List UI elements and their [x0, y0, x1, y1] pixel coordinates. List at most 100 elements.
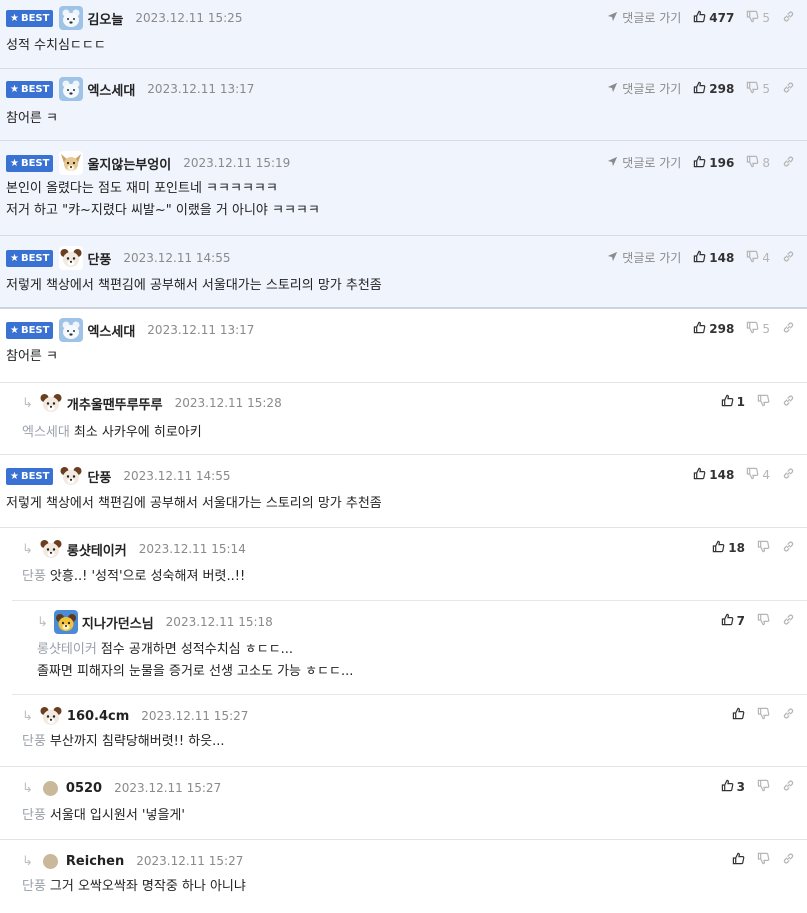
upvote-button[interactable]: 298	[693, 81, 734, 97]
downvote-count: 5	[762, 322, 770, 336]
comment-actions: 148 4	[693, 467, 795, 483]
goto-reply-label: 댓글로 가기	[622, 82, 682, 96]
permalink-button[interactable]	[782, 155, 795, 171]
avatar	[38, 391, 63, 415]
downvote-count: 5	[762, 10, 770, 25]
author-name[interactable]: 단풍	[87, 249, 111, 268]
permalink-button[interactable]	[782, 540, 795, 556]
comment-body: 본인이 올렸다는 점도 재미 포인트네 ㅋㅋㅋㅋㅋㅋ 저거 하고 "캬~지렸다 씨…	[6, 178, 727, 222]
comment-date: 2023.12.11 15:18	[165, 615, 273, 629]
upvote-button[interactable]: 1	[721, 394, 745, 410]
avatar	[59, 151, 84, 175]
link-icon	[782, 250, 795, 266]
comment-date: 2023.12.11 15:19	[183, 156, 291, 170]
thumbs-up-icon	[693, 321, 706, 337]
thumbs-up-icon	[732, 852, 745, 868]
downvote-count: 5	[762, 81, 770, 96]
goto-reply-link[interactable]: 댓글로 가기	[606, 80, 681, 97]
reply-target-name[interactable]: 단풍	[22, 569, 46, 584]
permalink-button[interactable]	[782, 394, 795, 410]
comment-body: 단풍 서울대 입시원서 '넣을게'	[22, 805, 727, 827]
comment-actions: 3	[721, 779, 795, 795]
upvote-button[interactable]: 3	[721, 779, 745, 795]
downvote-button[interactable]	[757, 540, 770, 556]
comment-text-line: 엑스세대 최소 사카우에 히로아키	[22, 422, 727, 444]
permalink-button[interactable]	[782, 707, 795, 723]
downvote-button[interactable]: 8	[746, 155, 770, 171]
comment-text: 저렇게 책상에서 책편김에 공부해서 서울대가는 스토리의 망가 추천좀	[6, 496, 382, 511]
comment-date: 2023.12.11 13:17	[147, 82, 255, 96]
permalink-button[interactable]	[782, 10, 795, 26]
star-icon: ★	[10, 12, 19, 24]
upvote-button[interactable]: 196	[693, 155, 734, 171]
upvote-button[interactable]: 148	[693, 467, 734, 483]
upvote-button[interactable]: 298	[693, 321, 734, 337]
downvote-button[interactable]	[757, 613, 770, 629]
author-name[interactable]: 지나가던스님	[82, 613, 154, 632]
permalink-button[interactable]	[782, 852, 795, 868]
avatar	[59, 318, 84, 342]
author-name[interactable]: 개추울땐뚜루뚜루	[67, 394, 163, 413]
downvote-button[interactable]	[757, 852, 770, 868]
comment: ★ BEST 단풍 2023.12.11 14:55 148 4 저렇게 책상에서 책편김에…	[0, 455, 807, 528]
comment-section: ★ BEST 김오늘 2023.12.11 15:25 댓글로 가기 477 5 성적 수치심…	[0, 0, 807, 900]
downvote-button[interactable]: 4	[746, 467, 770, 483]
star-icon: ★	[10, 252, 19, 264]
permalink-button[interactable]	[782, 613, 795, 629]
upvote-button[interactable]: 18	[712, 540, 745, 556]
author-name[interactable]: 김오늘	[87, 9, 123, 28]
permalink-button[interactable]	[782, 779, 795, 795]
comment-text-line: 단풍 서울대 입시원서 '넣을게'	[22, 805, 727, 827]
downvote-button[interactable]: 4	[746, 250, 770, 266]
permalink-button[interactable]	[782, 321, 795, 337]
author-name[interactable]: 엑스세대	[87, 80, 135, 99]
author-name[interactable]: Reichen	[66, 854, 124, 869]
downvote-button[interactable]: 5	[746, 10, 770, 26]
author-name[interactable]: 0520	[66, 781, 102, 796]
send-arrow-icon	[606, 155, 619, 171]
comment-header: ↳ Reichen 2023.12.11 15:27	[22, 850, 807, 872]
reply-target-name[interactable]: 롱샷테이커	[37, 642, 97, 657]
goto-reply-link[interactable]: 댓글로 가기	[606, 249, 681, 266]
author-name[interactable]: 엑스세대	[87, 321, 135, 340]
reply-target-name[interactable]: 단풍	[22, 808, 46, 823]
avatar-dot	[42, 780, 58, 796]
comment-date: 2023.12.11 15:28	[174, 396, 282, 410]
goto-reply-link[interactable]: 댓글로 가기	[606, 154, 681, 171]
downvote-button[interactable]: 5	[746, 321, 770, 337]
reply-target-name[interactable]: 단풍	[22, 734, 46, 749]
avatar	[38, 537, 63, 561]
downvote-count: 8	[762, 155, 770, 170]
comment-actions: 7	[721, 613, 795, 629]
reply-comment: ↳ 160.4cm 2023.12.11 15:27 단풍 부산까지 침략당해버렷!! …	[0, 695, 807, 767]
downvote-button[interactable]: 5	[746, 81, 770, 97]
permalink-button[interactable]	[782, 467, 795, 483]
comment-header: ↳ 0520 2023.12.11 15:27	[22, 777, 807, 799]
thumbs-down-icon	[746, 467, 759, 483]
avatar	[59, 77, 84, 101]
reply-target-name[interactable]: 단풍	[22, 879, 46, 894]
reply-target-name[interactable]: 엑스세대	[22, 425, 70, 440]
comment-actions: 1	[721, 394, 795, 410]
downvote-button[interactable]	[757, 707, 770, 723]
downvote-button[interactable]	[757, 779, 770, 795]
author-name[interactable]: 울지않는부엉이	[87, 154, 171, 173]
upvote-button[interactable]: 7	[721, 613, 745, 629]
author-name[interactable]: 단풍	[87, 467, 111, 486]
downvote-button[interactable]	[757, 394, 770, 410]
author-name[interactable]: 롱샷테이커	[67, 540, 127, 559]
author-name[interactable]: 160.4cm	[67, 709, 129, 724]
avatar	[59, 246, 84, 270]
upvote-button[interactable]	[732, 707, 745, 723]
permalink-button[interactable]	[782, 250, 795, 266]
upvote-button[interactable]: 148	[693, 250, 734, 266]
goto-reply-link[interactable]: 댓글로 가기	[606, 9, 681, 26]
reply-arrow-icon: ↳	[22, 541, 33, 557]
avatar	[59, 6, 84, 30]
thumbs-up-icon	[693, 155, 706, 171]
upvote-button[interactable]	[732, 852, 745, 868]
upvote-button[interactable]: 477	[693, 10, 734, 26]
reply-arrow-icon: ↳	[22, 853, 33, 869]
permalink-button[interactable]	[782, 81, 795, 97]
comment-text: 저거 하고 "캬~지렸다 씨발~" 이랬을 거 아니야 ㅋㅋㅋㅋ	[6, 203, 320, 218]
